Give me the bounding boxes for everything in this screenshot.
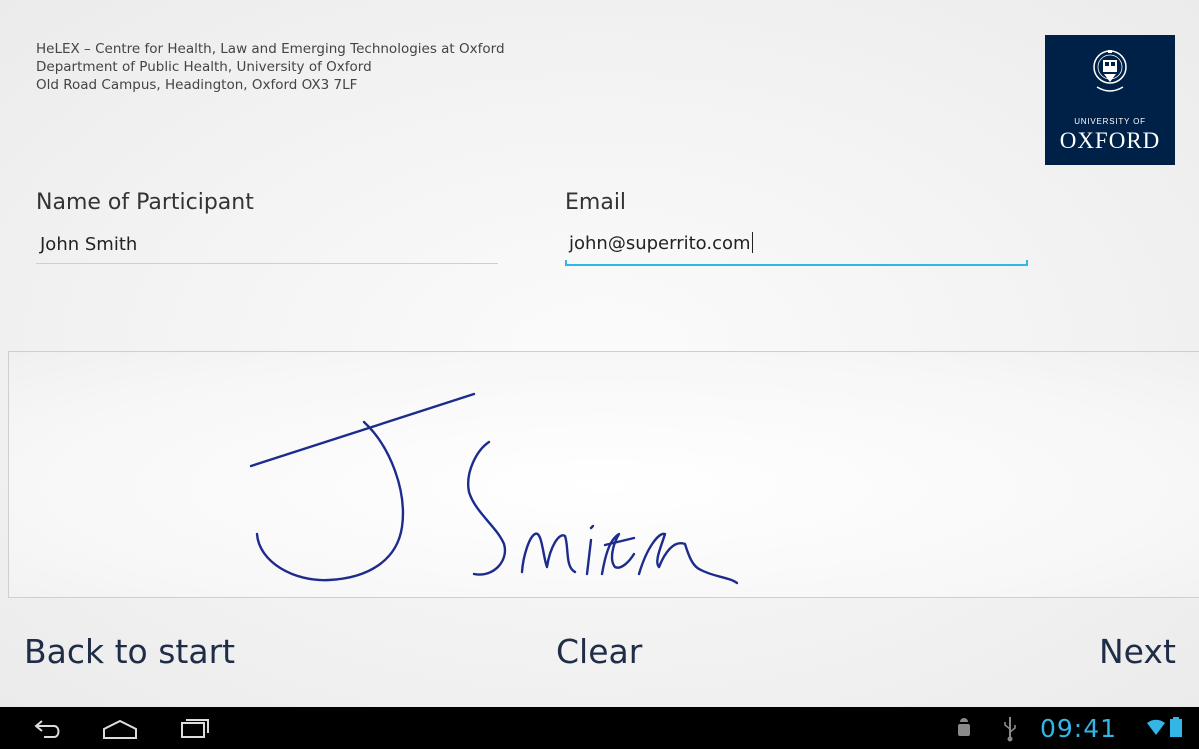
signature-ink — [249, 392, 739, 585]
back-to-start-button[interactable]: Back to start — [24, 632, 235, 671]
email-field-left-tick — [565, 260, 567, 266]
address-line-3: Old Road Campus, Headington, Oxford OX3 … — [36, 77, 358, 93]
recent-apps-icon[interactable] — [174, 707, 214, 749]
home-icon[interactable] — [100, 707, 140, 749]
address-line-1: HeLEX – Centre for Health, Law and Emerg… — [36, 41, 505, 57]
battery-icon — [1170, 717, 1182, 737]
email-value: john@superrito.com — [569, 232, 754, 254]
email-field-underline — [565, 264, 1028, 266]
android-debug-icon — [958, 718, 970, 736]
name-field-underline — [36, 263, 498, 264]
system-navigation-bar: 09:41 — [0, 707, 1199, 749]
next-button[interactable]: Next — [1099, 632, 1176, 671]
clear-button[interactable]: Clear — [556, 632, 642, 671]
email-value-text: john@superrito.com — [569, 233, 751, 254]
signature-pad[interactable] — [8, 351, 1199, 598]
institution-address: HeLEX – Centre for Health, Law and Emerg… — [36, 40, 505, 94]
oxford-crest-icon — [1093, 50, 1127, 92]
wifi-icon — [1147, 719, 1165, 735]
consent-signature-screen: HeLEX – Centre for Health, Law and Emerg… — [0, 0, 1199, 707]
name-label: Name of Participant — [36, 190, 254, 215]
email-label: Email — [565, 190, 627, 215]
email-field-right-tick — [1026, 260, 1028, 266]
logo-text-oxford: OXFORD — [1059, 128, 1161, 153]
name-value: John Smith — [40, 234, 138, 255]
university-of-oxford-logo: UNIVERSITY OF OXFORD — [1045, 35, 1175, 165]
name-field[interactable]: John Smith — [36, 234, 498, 264]
text-cursor — [751, 232, 754, 253]
email-field[interactable]: john@superrito.com — [565, 232, 1028, 266]
back-icon[interactable] — [30, 707, 64, 749]
status-clock: 09:41 — [1040, 714, 1118, 743]
address-line-2: Department of Public Health, University … — [36, 59, 372, 75]
logo-text-university-of: UNIVERSITY OF — [1074, 117, 1146, 126]
usb-icon — [1004, 717, 1016, 742]
